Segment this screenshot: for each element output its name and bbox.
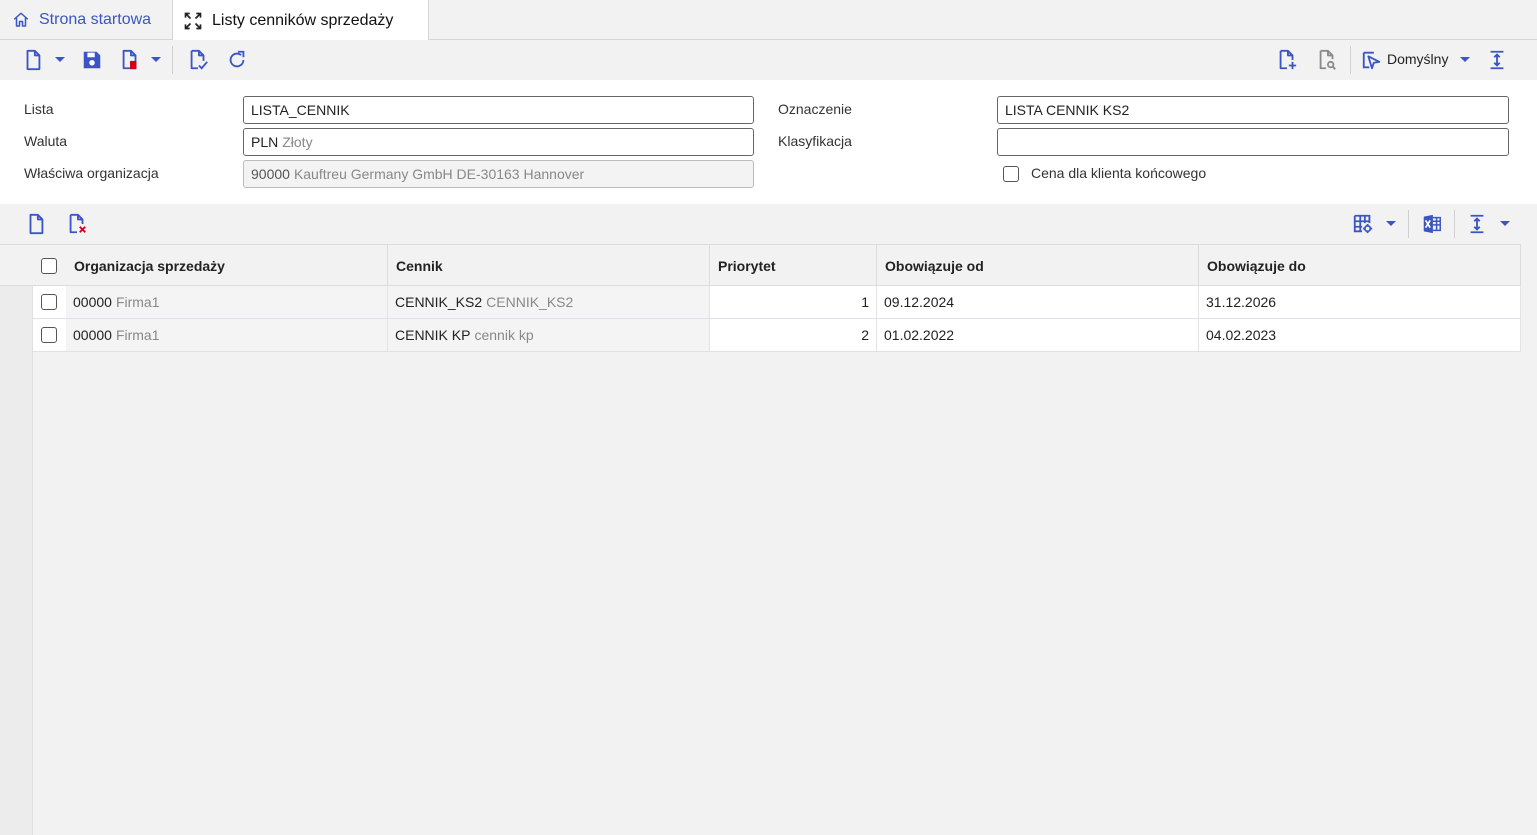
delete-row-icon[interactable] (65, 212, 89, 236)
oznaczenie-label: Oznaczenie (778, 101, 852, 117)
expand-height-icon[interactable] (1485, 48, 1509, 72)
end-customer-checkbox[interactable] (1003, 166, 1019, 182)
lista-field[interactable]: LISTA_CENNIK (243, 96, 754, 124)
waluta-description: Złoty (282, 134, 313, 150)
waluta-field[interactable]: PLN Złoty (243, 128, 754, 156)
column-header-organization[interactable]: Organizacja sprzedaży (66, 245, 388, 286)
cell-valid-to[interactable]: 04.02.2023 (1199, 319, 1521, 351)
cell-cennik[interactable]: CENNIK_KS2 CENNIK_KS2 (388, 286, 710, 318)
grid-toolbar (0, 204, 1537, 244)
table-row[interactable]: 00000 Firma1 CENNIK_KS2 CENNIK_KS2 1 09.12… (33, 286, 1521, 319)
delete-document-icon[interactable] (118, 48, 142, 72)
row-checkbox[interactable] (41, 327, 57, 343)
tab-home-label: Strona startowa (39, 11, 152, 28)
cell-valid-to[interactable]: 31.12.2026 (1199, 286, 1521, 318)
column-header-priorytet[interactable]: Priorytet (710, 245, 877, 286)
table-row[interactable]: 00000 Firma1 CENNIK KP cennik kp 2 01.02.2… (33, 319, 1521, 352)
oznaczenie-field[interactable]: LISTA CENNIK KS2 (997, 96, 1509, 124)
row-checkbox[interactable] (41, 294, 57, 310)
cell-priorytet[interactable]: 1 (710, 286, 877, 318)
org-description: Firma1 (115, 294, 160, 310)
klasyfikacja-field[interactable] (997, 128, 1509, 156)
organization-label: Właściwa organizacja (24, 165, 159, 181)
organization-field: 90000 Kauftreu Germany GmbH DE-30163 Han… (243, 160, 754, 188)
view-select-icon[interactable] (1360, 48, 1384, 72)
cell-organization[interactable]: 00000 Firma1 (66, 286, 388, 318)
main-toolbar: Domyślny (0, 40, 1537, 80)
toolbar-divider (172, 46, 173, 74)
lista-label: Lista (24, 101, 54, 117)
grid-toolbar-divider (1408, 210, 1409, 238)
cennik-description: cennik kp (474, 327, 534, 343)
klasyfikacja-label: Klasyfikacja (778, 133, 852, 149)
table-settings-caret[interactable] (1386, 221, 1396, 226)
view-name-label[interactable]: Domyślny (1387, 51, 1448, 67)
cell-cennik[interactable]: CENNIK KP cennik kp (388, 319, 710, 351)
price-list-grid: Organizacja sprzedaży Cennik Priorytet O… (0, 244, 1537, 835)
column-header-valid-from[interactable]: Obowiązuje od (877, 245, 1199, 286)
organization-description: Kauftreu Germany GmbH DE-30163 Hannover (293, 166, 585, 182)
toolbar-divider-right (1350, 46, 1351, 74)
cennik-code: CENNIK KP (395, 327, 471, 343)
excel-export-icon[interactable] (1420, 212, 1444, 236)
org-code: 00000 (73, 327, 112, 343)
column-header-valid-to[interactable]: Obowiązuje do (1199, 245, 1521, 286)
row-height-caret[interactable] (1500, 221, 1510, 226)
oznaczenie-value: LISTA CENNIK KS2 (1005, 102, 1130, 118)
end-customer-label: Cena dla klienta końcowego (1031, 165, 1207, 181)
grid-header: Organizacja sprzedaży Cennik Priorytet O… (0, 244, 1521, 286)
cell-valid-from[interactable]: 09.12.2024 (877, 286, 1199, 318)
home-icon (13, 12, 29, 27)
row-height-icon[interactable] (1465, 212, 1489, 236)
waluta-label: Waluta (24, 133, 68, 149)
org-description: Firma1 (115, 327, 160, 343)
column-header-cennik[interactable]: Cennik (388, 245, 710, 286)
grid-toolbar-divider-2 (1454, 210, 1455, 238)
new-dropdown-caret[interactable] (55, 57, 65, 62)
expand-icon (184, 12, 202, 29)
cennik-code: CENNIK_KS2 (395, 294, 483, 310)
add-document-icon[interactable] (1275, 48, 1299, 72)
validate-document-icon[interactable] (186, 48, 210, 72)
row-gutter (0, 244, 33, 835)
delete-dropdown-caret[interactable] (151, 57, 161, 62)
organization-code: 90000 (251, 166, 290, 182)
save-icon[interactable] (80, 48, 104, 72)
cell-organization[interactable]: 00000 Firma1 (66, 319, 388, 351)
view-dropdown-caret[interactable] (1460, 57, 1470, 62)
cell-valid-from[interactable]: 01.02.2022 (877, 319, 1199, 351)
tab-home[interactable]: Strona startowa (0, 0, 172, 40)
table-settings-icon[interactable] (1351, 212, 1375, 236)
tab-price-lists[interactable]: Listy cenników sprzedaży (172, 0, 429, 41)
lista-value: LISTA_CENNIK (251, 102, 350, 118)
cennik-description: CENNIK_KS2 (486, 294, 574, 310)
header-form: Lista LISTA_CENNIK Waluta PLN Złoty Właś… (0, 80, 1537, 204)
new-document-icon[interactable] (21, 48, 45, 72)
cell-priorytet[interactable]: 2 (710, 319, 877, 351)
add-row-icon[interactable] (24, 212, 48, 236)
waluta-code: PLN (251, 134, 279, 150)
tab-bar: Strona startowa Listy cenników sprzedaży (0, 0, 1537, 41)
refresh-icon[interactable] (225, 48, 249, 72)
tab-price-lists-label: Listy cenników sprzedaży (212, 11, 394, 29)
select-all-checkbox[interactable] (41, 258, 57, 274)
preview-document-icon[interactable] (1315, 48, 1339, 72)
org-code: 00000 (73, 294, 112, 310)
